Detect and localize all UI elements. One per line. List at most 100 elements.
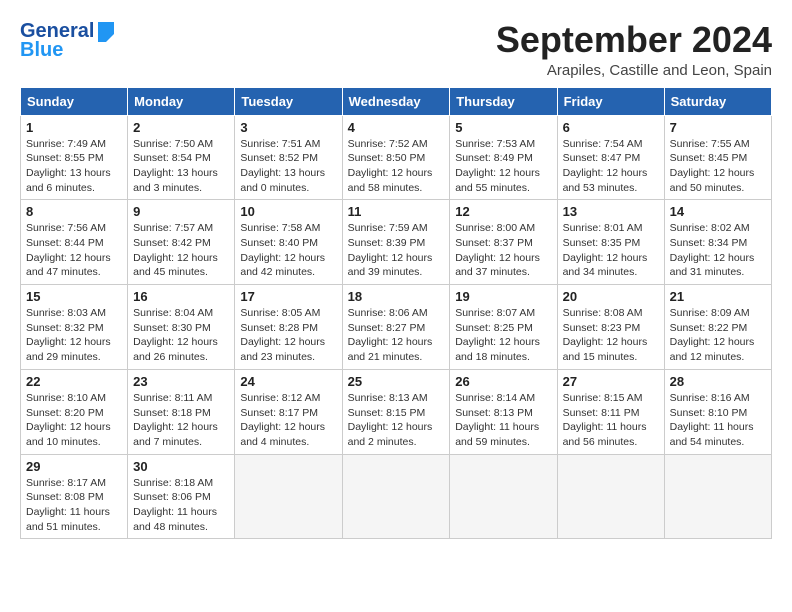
day-info: Sunrise: 7:54 AMSunset: 8:47 PMDaylight:… [563,137,659,196]
day-number: 16 [133,289,229,304]
day-number: 30 [133,459,229,474]
day-info: Sunrise: 7:49 AMSunset: 8:55 PMDaylight:… [26,137,122,196]
calendar-day-cell: 30 Sunrise: 8:18 AMSunset: 8:06 PMDayligh… [128,454,235,539]
calendar-day-header: Wednesday [342,87,450,115]
calendar-day-cell [342,454,450,539]
title-block: September 2024 Arapiles, Castille and Le… [496,20,772,79]
calendar-day-cell: 2Sunrise: 7:50 AMSunset: 8:54 PMDaylight… [128,115,235,200]
calendar-day-header: Monday [128,87,235,115]
day-info: Sunrise: 7:50 AMSunset: 8:54 PMDaylight:… [133,137,229,196]
calendar-day-cell: 19 Sunrise: 8:07 AMSunset: 8:25 PMDayligh… [450,285,557,370]
calendar-day-cell: 3 Sunrise: 7:51 AMSunset: 8:52 PMDaylight… [235,115,342,200]
calendar-day-cell [450,454,557,539]
day-number: 24 [240,374,336,389]
day-info: Sunrise: 8:18 AMSunset: 8:06 PMDaylight:… [133,476,229,535]
day-info: Sunrise: 7:55 AMSunset: 8:45 PMDaylight:… [670,137,766,196]
day-info: Sunrise: 7:52 AMSunset: 8:50 PMDaylight:… [348,137,445,196]
calendar-day-cell: 18 Sunrise: 8:06 AMSunset: 8:27 PMDayligh… [342,285,450,370]
calendar-day-cell: 24Sunrise: 8:12 AMSunset: 8:17 PMDayligh… [235,369,342,454]
day-number: 4 [348,120,445,135]
day-info: Sunrise: 8:16 AMSunset: 8:10 PMDaylight:… [670,391,766,450]
day-info: Sunrise: 8:15 AMSunset: 8:11 PMDaylight:… [563,391,659,450]
calendar-day-cell: 7 Sunrise: 7:55 AMSunset: 8:45 PMDaylight… [664,115,771,200]
day-number: 29 [26,459,122,474]
day-number: 17 [240,289,336,304]
day-number: 21 [670,289,766,304]
day-number: 27 [563,374,659,389]
day-info: Sunrise: 8:07 AMSunset: 8:25 PMDaylight:… [455,306,551,365]
calendar-day-cell: 20Sunrise: 8:08 AMSunset: 8:23 PMDayligh… [557,285,664,370]
calendar-day-header: Friday [557,87,664,115]
day-number: 25 [348,374,445,389]
day-info: Sunrise: 8:06 AMSunset: 8:27 PMDaylight:… [348,306,445,365]
day-number: 14 [670,204,766,219]
calendar-day-cell: 27 Sunrise: 8:15 AMSunset: 8:11 PMDayligh… [557,369,664,454]
calendar-day-cell: 16 Sunrise: 8:04 AMSunset: 8:30 PMDayligh… [128,285,235,370]
day-number: 7 [670,120,766,135]
calendar-day-cell: 26Sunrise: 8:14 AMSunset: 8:13 PMDayligh… [450,369,557,454]
calendar-day-cell [664,454,771,539]
day-info: Sunrise: 8:17 AMSunset: 8:08 PMDaylight:… [26,476,122,535]
day-info: Sunrise: 8:00 AMSunset: 8:37 PMDaylight:… [455,221,551,280]
calendar-body: 1 Sunrise: 7:49 AMSunset: 8:55 PMDaylight… [21,115,772,539]
calendar-day-cell: 5Sunrise: 7:53 AMSunset: 8:49 PMDaylight… [450,115,557,200]
day-number: 28 [670,374,766,389]
calendar-day-cell: 1 Sunrise: 7:49 AMSunset: 8:55 PMDaylight… [21,115,128,200]
calendar-day-header: Saturday [664,87,771,115]
day-number: 8 [26,204,122,219]
day-info: Sunrise: 7:56 AMSunset: 8:44 PMDaylight:… [26,221,122,280]
day-number: 1 [26,120,122,135]
calendar-day-header: Thursday [450,87,557,115]
day-info: Sunrise: 8:04 AMSunset: 8:30 PMDaylight:… [133,306,229,365]
logo: General Blue [20,20,118,62]
day-info: Sunrise: 8:09 AMSunset: 8:22 PMDaylight:… [670,306,766,365]
day-info: Sunrise: 8:02 AMSunset: 8:34 PMDaylight:… [670,221,766,280]
day-info: Sunrise: 8:11 AMSunset: 8:18 PMDaylight:… [133,391,229,450]
logo-icon [96,20,118,42]
location-subtitle: Arapiles, Castille and Leon, Spain [496,62,772,79]
day-info: Sunrise: 8:14 AMSunset: 8:13 PMDaylight:… [455,391,551,450]
calendar-day-cell: 17 Sunrise: 8:05 AMSunset: 8:28 PMDayligh… [235,285,342,370]
day-info: Sunrise: 8:05 AMSunset: 8:28 PMDaylight:… [240,306,336,365]
day-number: 3 [240,120,336,135]
calendar-table: SundayMondayTuesdayWednesdayThursdayFrid… [20,87,772,540]
day-number: 18 [348,289,445,304]
page-header: General Blue September 2024 Arapiles, Ca… [20,20,772,79]
calendar-day-cell: 29 Sunrise: 8:17 AMSunset: 8:08 PMDayligh… [21,454,128,539]
day-info: Sunrise: 7:59 AMSunset: 8:39 PMDaylight:… [348,221,445,280]
calendar-day-cell: 12Sunrise: 8:00 AMSunset: 8:37 PMDayligh… [450,200,557,285]
calendar-day-cell: 13 Sunrise: 8:01 AMSunset: 8:35 PMDayligh… [557,200,664,285]
calendar-week-row: 8 Sunrise: 7:56 AMSunset: 8:44 PMDaylight… [21,200,772,285]
calendar-day-cell: 10 Sunrise: 7:58 AMSunset: 8:40 PMDayligh… [235,200,342,285]
calendar-day-cell: 21 Sunrise: 8:09 AMSunset: 8:22 PMDayligh… [664,285,771,370]
day-info: Sunrise: 8:03 AMSunset: 8:32 PMDaylight:… [26,306,122,365]
day-info: Sunrise: 7:57 AMSunset: 8:42 PMDaylight:… [133,221,229,280]
calendar-day-cell: 8 Sunrise: 7:56 AMSunset: 8:44 PMDaylight… [21,200,128,285]
calendar-day-cell: 14 Sunrise: 8:02 AMSunset: 8:34 PMDayligh… [664,200,771,285]
day-number: 19 [455,289,551,304]
calendar-day-header: Tuesday [235,87,342,115]
calendar-day-cell: 6Sunrise: 7:54 AMSunset: 8:47 PMDaylight… [557,115,664,200]
calendar-day-cell [557,454,664,539]
day-number: 11 [348,204,445,219]
day-number: 15 [26,289,122,304]
calendar-day-header: Sunday [21,87,128,115]
calendar-week-row: 29 Sunrise: 8:17 AMSunset: 8:08 PMDayligh… [21,454,772,539]
day-info: Sunrise: 7:58 AMSunset: 8:40 PMDaylight:… [240,221,336,280]
calendar-week-row: 15 Sunrise: 8:03 AMSunset: 8:32 PMDayligh… [21,285,772,370]
calendar-week-row: 22Sunrise: 8:10 AMSunset: 8:20 PMDayligh… [21,369,772,454]
day-info: Sunrise: 8:01 AMSunset: 8:35 PMDaylight:… [563,221,659,280]
calendar-day-cell: 9 Sunrise: 7:57 AMSunset: 8:42 PMDaylight… [128,200,235,285]
calendar-day-cell: 25 Sunrise: 8:13 AMSunset: 8:15 PMDayligh… [342,369,450,454]
day-number: 9 [133,204,229,219]
day-info: Sunrise: 7:51 AMSunset: 8:52 PMDaylight:… [240,137,336,196]
day-number: 10 [240,204,336,219]
calendar-day-cell: 23 Sunrise: 8:11 AMSunset: 8:18 PMDayligh… [128,369,235,454]
day-number: 13 [563,204,659,219]
day-info: Sunrise: 8:13 AMSunset: 8:15 PMDaylight:… [348,391,445,450]
day-number: 22 [26,374,122,389]
day-number: 23 [133,374,229,389]
calendar-header-row: SundayMondayTuesdayWednesdayThursdayFrid… [21,87,772,115]
calendar-week-row: 1 Sunrise: 7:49 AMSunset: 8:55 PMDaylight… [21,115,772,200]
logo-blue-text: Blue [20,39,63,62]
